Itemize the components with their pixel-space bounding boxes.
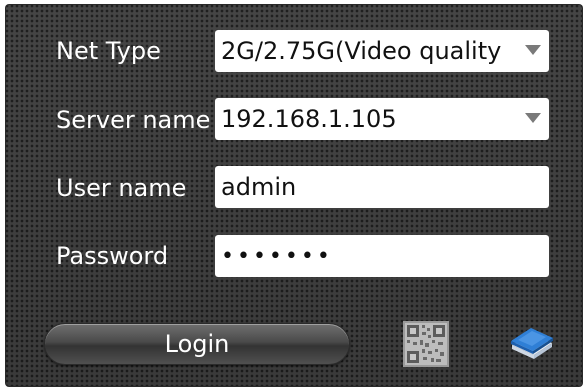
server-name-label: Server name	[56, 106, 211, 134]
user-name-field[interactable]: admin	[215, 166, 549, 208]
net-type-select[interactable]: 2G/2.75G(Video quality	[215, 30, 549, 72]
login-button-label: Login	[164, 330, 230, 358]
net-type-value: 2G/2.75G(Video quality	[221, 37, 502, 65]
password-value: •••••••	[221, 243, 333, 269]
user-name-value: admin	[221, 173, 297, 201]
qr-code-icon	[403, 321, 449, 367]
manual-button[interactable]	[508, 325, 556, 361]
password-field[interactable]: •••••••	[215, 235, 549, 277]
server-name-select[interactable]: 192.168.1.105	[215, 98, 549, 140]
net-type-label: Net Type	[56, 37, 161, 65]
login-button[interactable]: Login	[44, 323, 350, 365]
qr-code-button[interactable]	[403, 321, 449, 367]
user-name-label: User name	[56, 174, 187, 202]
password-label: Password	[56, 242, 169, 270]
chevron-down-icon	[525, 45, 541, 55]
book-icon	[511, 328, 553, 359]
chevron-down-icon	[525, 113, 541, 123]
server-name-value: 192.168.1.105	[221, 105, 397, 133]
